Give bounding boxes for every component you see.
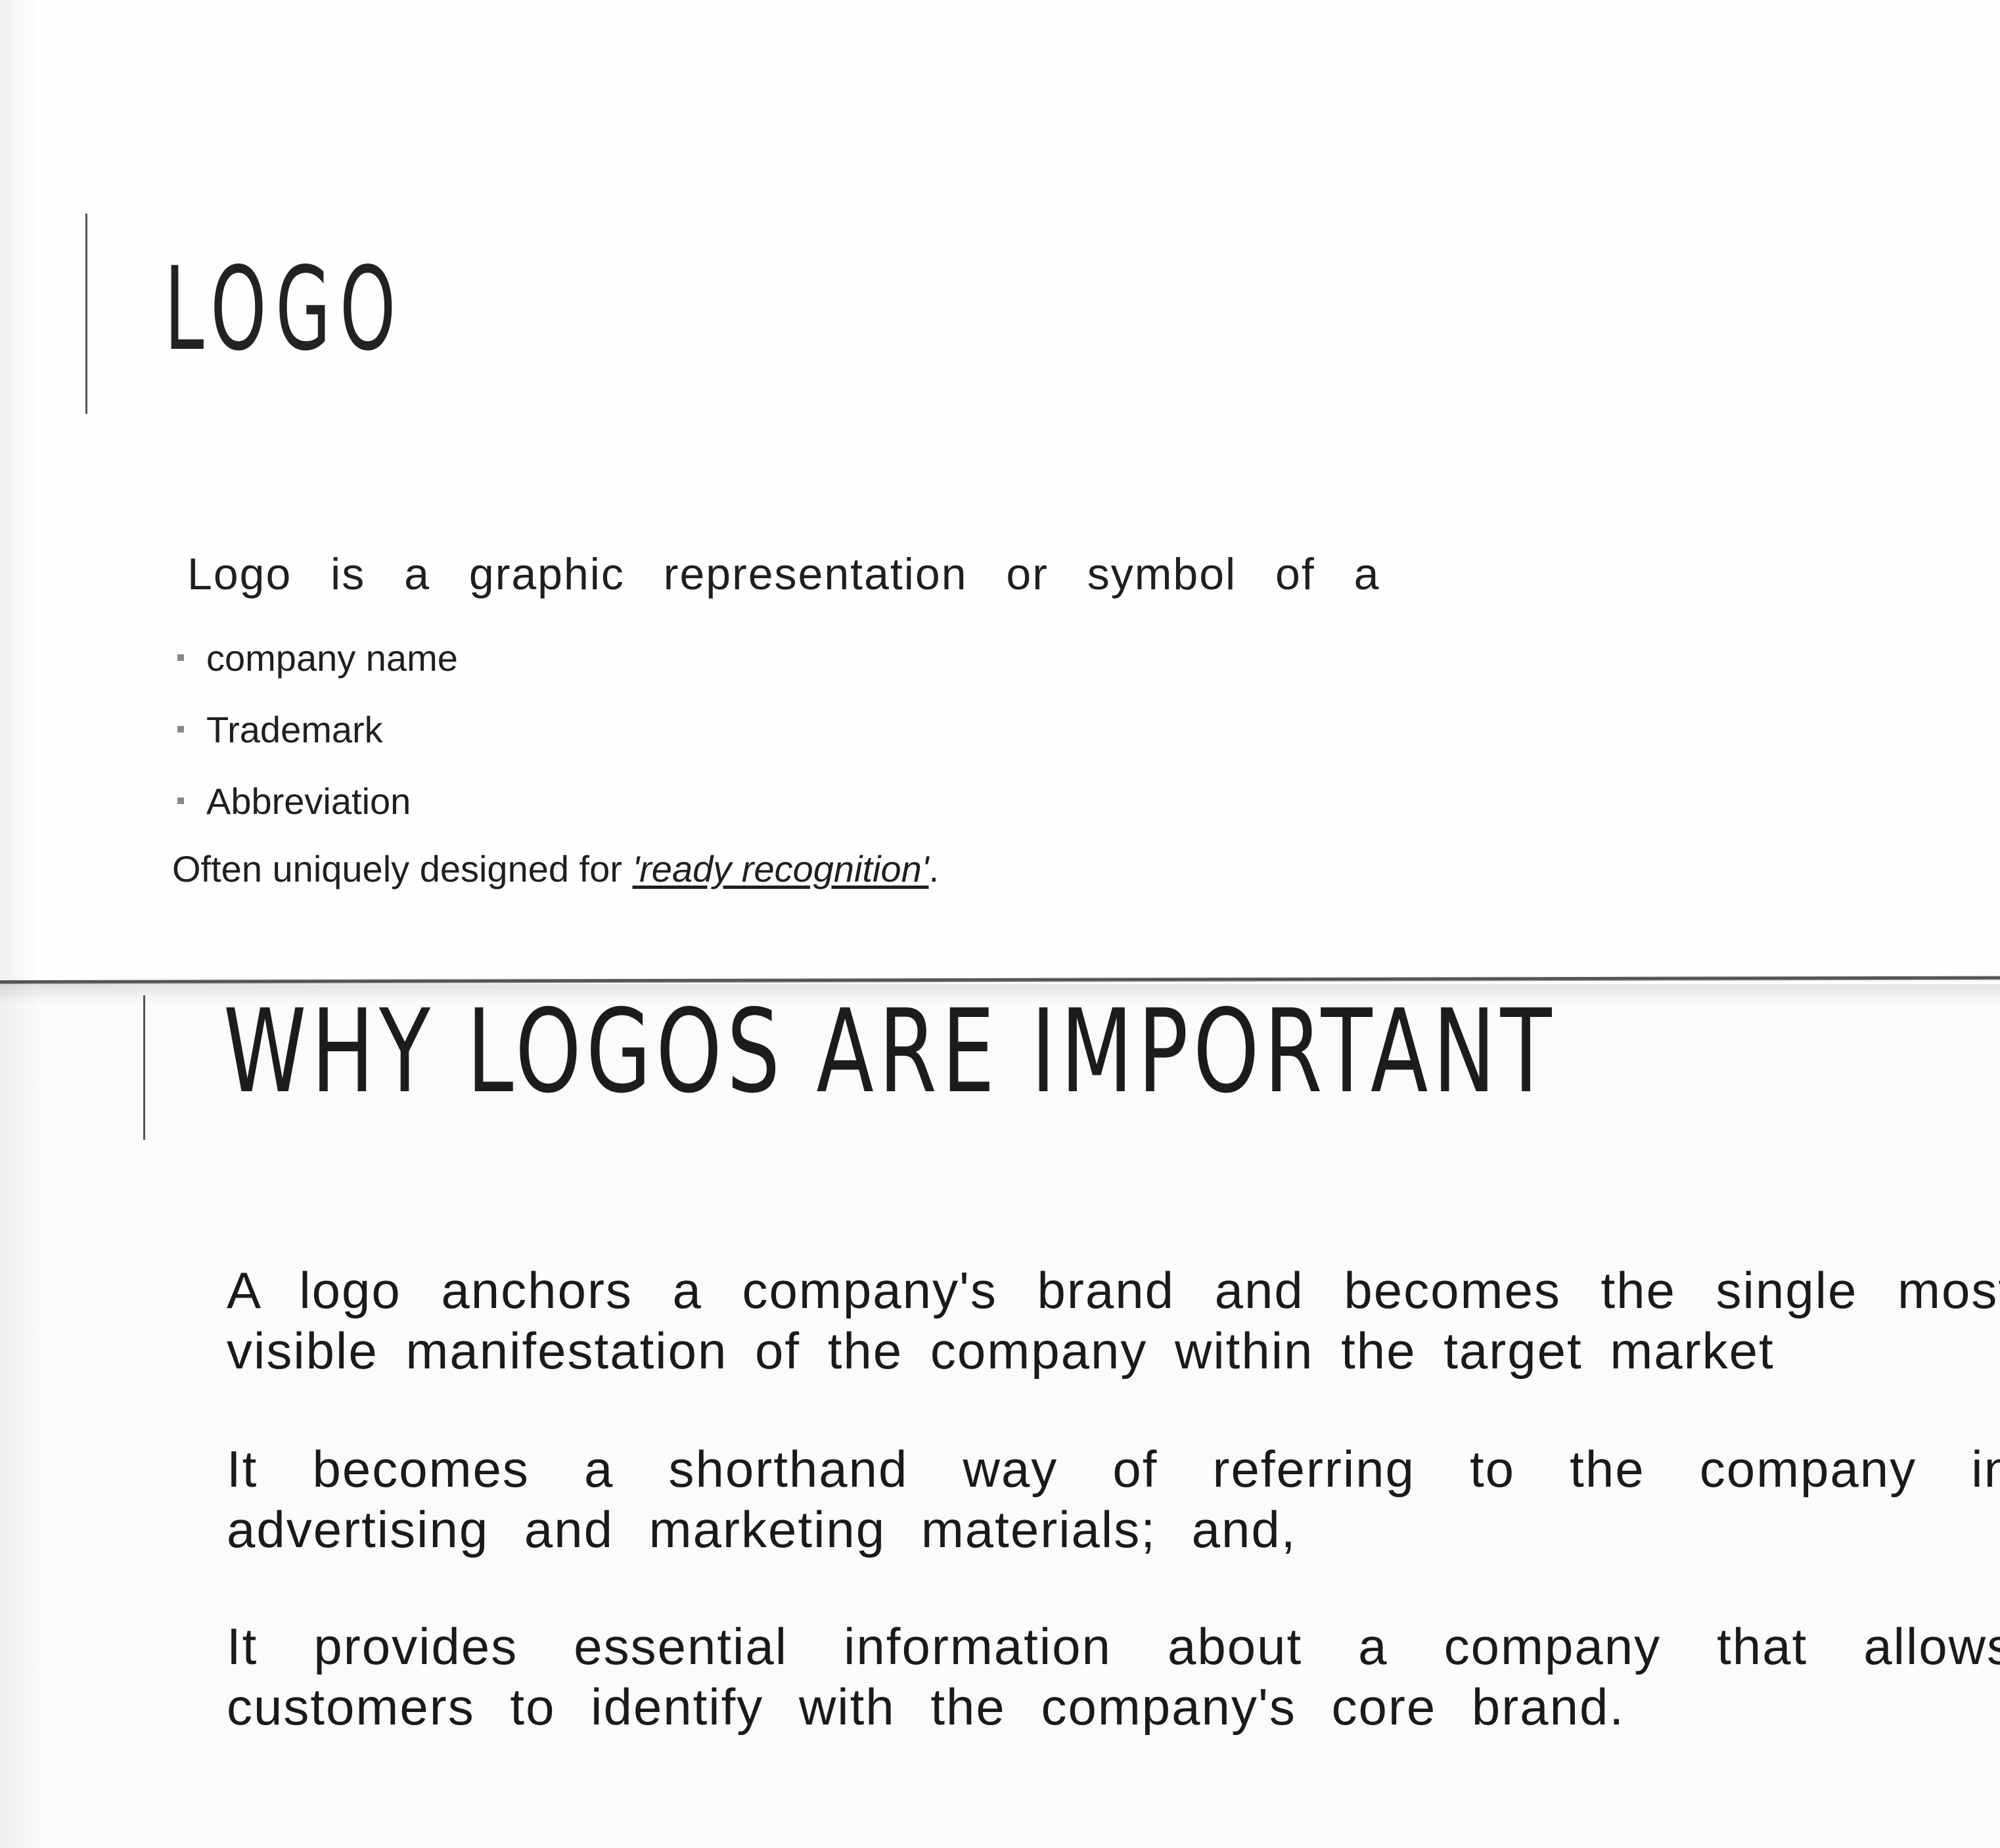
page-content: LOGO Logo is a graphic representation or… xyxy=(0,0,2000,1848)
bullet-icon xyxy=(177,654,184,661)
slide-accent-bar xyxy=(85,214,87,414)
slide-logo: LOGO Logo is a graphic representation or… xyxy=(0,0,2000,985)
document-page: LOGO Logo is a graphic representation or… xyxy=(0,0,2000,1848)
bullet-item: Trademark xyxy=(172,704,458,775)
recognition-suffix: . xyxy=(928,848,940,890)
paragraph: A logo anchors a company's brand and bec… xyxy=(227,1261,2000,1380)
slide-title: LOGO xyxy=(164,243,405,376)
recognition-note: Often uniquely designed for 'ready recog… xyxy=(172,847,939,890)
bullet-text: Abbreviation xyxy=(206,780,411,822)
bullet-text: company name xyxy=(206,637,458,679)
paragraph: It becomes a shorthand way of referring … xyxy=(227,1440,2000,1558)
scan-edge-shade xyxy=(0,0,39,1848)
recognition-prefix: Often uniquely designed for xyxy=(172,848,633,890)
bullet-text: Trademark xyxy=(206,709,383,750)
intro-text: Logo is a graphic representation or symb… xyxy=(187,549,1380,599)
slide-accent-bar xyxy=(143,995,145,1140)
bullet-item: Abbreviation xyxy=(172,775,458,847)
paragraph: It provides essential information about … xyxy=(227,1617,2000,1736)
recognition-quote: 'ready recognition' xyxy=(632,848,929,890)
slide-title: WHY LOGOS ARE IMPORTANT xyxy=(223,985,1557,1119)
bullet-list: company name Trademark Abbreviation xyxy=(172,632,458,847)
bullet-item: company name xyxy=(172,632,458,704)
bullet-icon xyxy=(177,798,184,804)
bullet-icon xyxy=(177,726,184,732)
